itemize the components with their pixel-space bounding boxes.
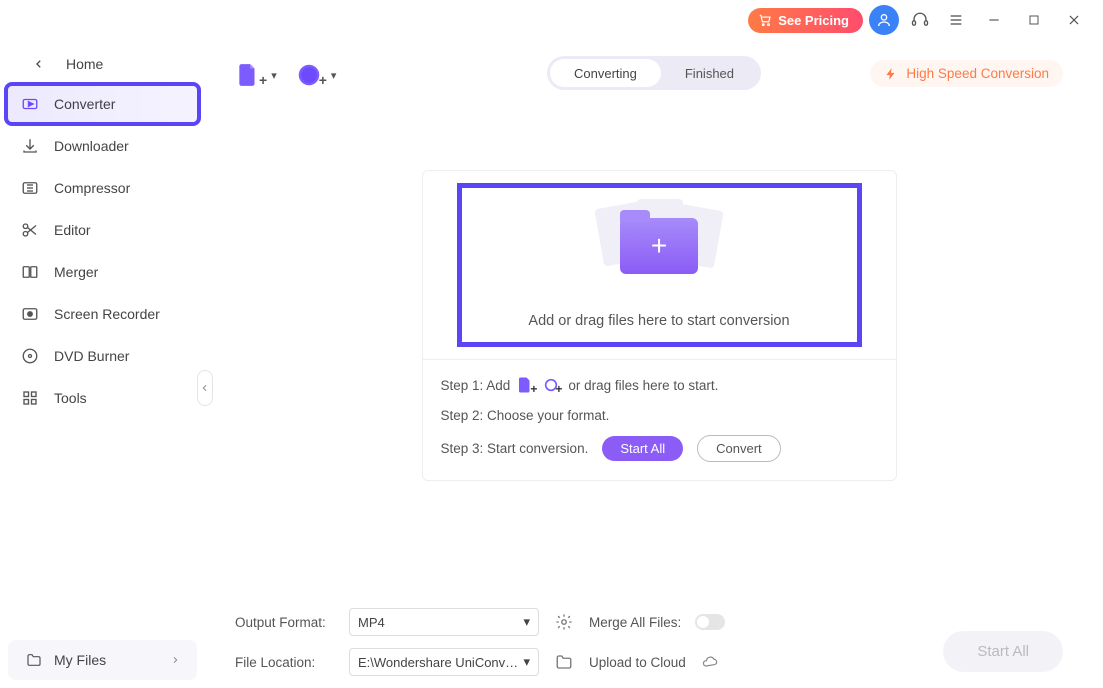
tab-switcher: Converting Finished [547, 56, 761, 90]
chevron-down-icon: ▾ [271, 69, 277, 82]
nav-label: Converter [54, 96, 115, 112]
cart-icon [758, 13, 772, 27]
merge-label: Merge All Files: [589, 615, 681, 630]
nav-merger[interactable]: Merger [6, 252, 199, 292]
disc-icon [20, 346, 40, 366]
hsc-label: High Speed Conversion [906, 66, 1049, 81]
tab-finished[interactable]: Finished [661, 59, 758, 87]
plus-icon: + [620, 218, 698, 274]
chevron-down-icon: ▾ [523, 614, 530, 630]
output-format-label: Output Format: [235, 615, 335, 630]
chevron-right-icon [171, 655, 179, 665]
nav-home[interactable]: Home [6, 46, 199, 82]
nav-screen-recorder[interactable]: Screen Recorder [6, 294, 199, 334]
main-panel: + ▾ + ▾ Converting Finished High Speed C… [205, 40, 1103, 688]
nav-label: Editor [54, 222, 91, 238]
start-all-main-button[interactable]: Start All [943, 631, 1063, 672]
record-icon [20, 304, 40, 324]
support-icon[interactable] [905, 5, 935, 35]
merge-toggle[interactable] [695, 614, 725, 630]
tab-converting[interactable]: Converting [550, 59, 661, 87]
drop-card: + Add or drag files here to start conver… [422, 170, 897, 481]
cloud-icon[interactable] [700, 654, 720, 670]
nav-editor[interactable]: Editor [6, 210, 199, 250]
nav-label: Merger [54, 264, 98, 280]
upload-cloud-label: Upload to Cloud [589, 655, 686, 670]
output-format-select[interactable]: MP4▾ [349, 608, 539, 636]
high-speed-conversion-button[interactable]: High Speed Conversion [870, 60, 1063, 87]
folder-icon [26, 652, 42, 668]
drop-area[interactable]: + Add or drag files here to start conver… [423, 171, 896, 359]
window-minimize[interactable] [977, 5, 1011, 35]
nav-label: Compressor [54, 180, 130, 196]
converter-icon [20, 94, 40, 114]
bolt-icon [884, 67, 898, 81]
start-all-button[interactable]: Start All [602, 436, 683, 461]
chevron-down-icon: ▾ [523, 654, 530, 670]
nav-converter[interactable]: Converter [6, 84, 199, 124]
settings-icon[interactable] [553, 613, 575, 631]
nav-label: Downloader [54, 138, 129, 154]
scissors-icon [20, 220, 40, 240]
nav-label: Tools [54, 390, 87, 406]
convert-button[interactable]: Convert [697, 435, 781, 462]
add-url-button[interactable]: + ▾ [297, 62, 337, 88]
nav-dvd-burner[interactable]: DVD Burner [6, 336, 199, 376]
merge-icon [20, 262, 40, 282]
chevron-down-icon: ▾ [331, 69, 337, 82]
step-1: Step 1: Add + + or drag files here to st… [441, 374, 878, 396]
nav-tools[interactable]: Tools [6, 378, 199, 418]
see-pricing-label: See Pricing [778, 13, 849, 28]
step-2: Step 2: Choose your format. [441, 408, 878, 423]
nav-compressor[interactable]: Compressor [6, 168, 199, 208]
window-maximize[interactable] [1017, 5, 1051, 35]
file-plus-icon: + [516, 374, 537, 396]
chevron-left-icon [34, 59, 44, 69]
grid-icon [20, 388, 40, 408]
compress-icon [20, 178, 40, 198]
step-3: Step 3: Start conversion. [441, 441, 589, 456]
folder-illustration: + [589, 201, 729, 291]
my-files-label: My Files [54, 652, 106, 668]
add-file-button[interactable]: + ▾ [235, 62, 277, 88]
file-location-label: File Location: [235, 655, 335, 670]
circle-plus-icon: + [543, 374, 562, 396]
account-avatar[interactable] [869, 5, 899, 35]
my-files-button[interactable]: My Files [8, 640, 197, 680]
download-icon [20, 136, 40, 156]
nav-downloader[interactable]: Downloader [6, 126, 199, 166]
file-location-select[interactable]: E:\Wondershare UniConverter 1▾ [349, 648, 539, 676]
nav-label: Screen Recorder [54, 306, 160, 322]
menu-icon[interactable] [941, 5, 971, 35]
open-folder-icon[interactable] [553, 653, 575, 671]
see-pricing-button[interactable]: See Pricing [748, 8, 863, 33]
window-close[interactable] [1057, 5, 1091, 35]
nav-home-label: Home [66, 56, 103, 72]
nav-label: DVD Burner [54, 348, 129, 364]
sidebar: Home Converter Downloader Compressor Edi… [0, 40, 205, 688]
